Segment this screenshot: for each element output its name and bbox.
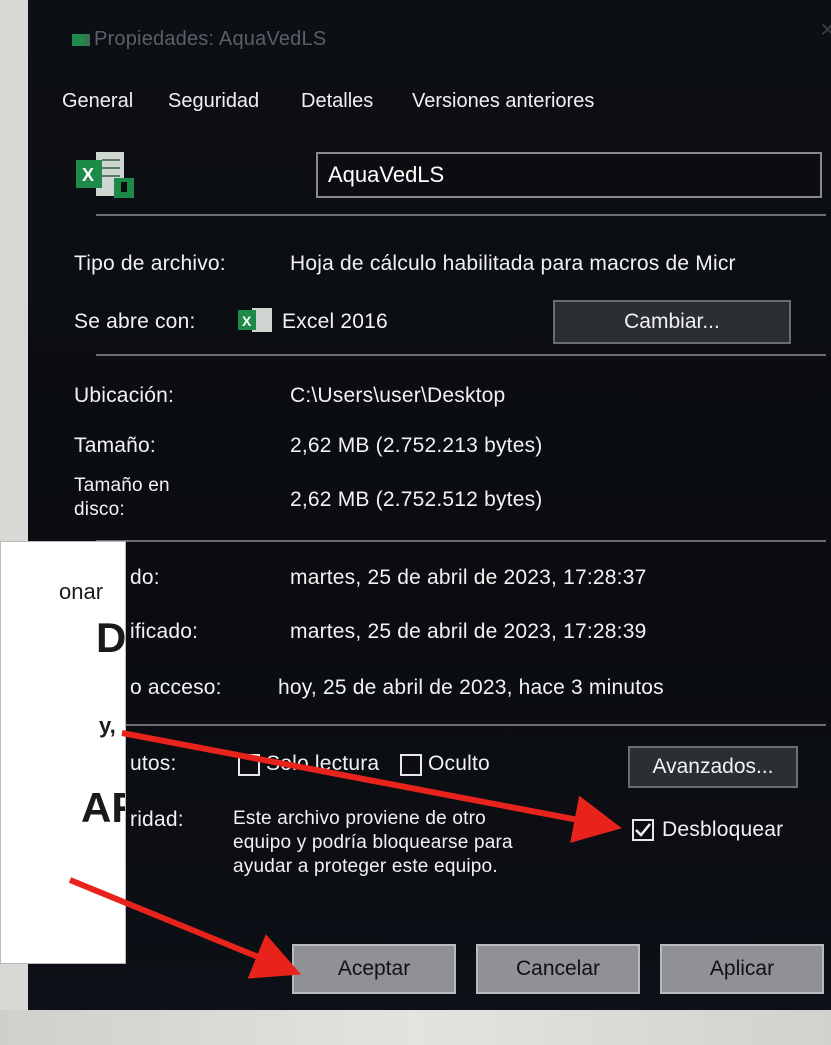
file-name-field[interactable]: [316, 152, 822, 198]
change-app-button[interactable]: Cambiar...: [553, 300, 791, 344]
advanced-button[interactable]: Avanzados...: [628, 746, 798, 788]
overlay-line-3: y,: [99, 713, 116, 738]
file-type-value: Hoja de cálculo habilitada para macros d…: [290, 252, 736, 275]
size-on-disk-label-1: Tamaño en: [74, 475, 170, 496]
overlay-line-4: AR: [81, 784, 125, 831]
security-message-1: Este archivo proviene de otro: [233, 808, 486, 829]
tab-versiones-anteriores[interactable]: Versiones anteriores: [412, 90, 594, 113]
tab-seguridad[interactable]: Seguridad: [168, 90, 259, 113]
hidden-label: Oculto: [428, 752, 490, 775]
modified-value: martes, 25 de abril de 2023, 17:28:39: [290, 620, 647, 643]
security-message-3: ayudar a proteger este equipo.: [233, 856, 498, 877]
file-type-label: Tipo de archivo:: [74, 252, 226, 275]
hidden-checkbox[interactable]: [400, 754, 422, 776]
created-label: do:: [130, 566, 160, 589]
location-label: Ubicación:: [74, 384, 175, 407]
svg-text:X: X: [82, 165, 94, 185]
attributes-label: utos:: [130, 752, 177, 775]
separator: [96, 724, 826, 726]
size-on-disk-value: 2,62 MB (2.752.512 bytes): [290, 488, 543, 511]
separator: [96, 354, 826, 356]
size-on-disk-label-2: disco:: [74, 499, 125, 520]
modified-label: ificado:: [130, 620, 199, 643]
size-label: Tamaño:: [74, 434, 156, 457]
created-value: martes, 25 de abril de 2023, 17:28:37: [290, 566, 647, 589]
security-label: ridad:: [130, 808, 184, 831]
accessed-value: hoy, 25 de abril de 2023, hace 3 minutos: [278, 676, 664, 699]
excel-file-icon-small: [72, 34, 90, 46]
separator: [96, 214, 826, 216]
apply-button[interactable]: Aplicar: [660, 944, 824, 994]
opens-with-value: Excel 2016: [282, 310, 388, 333]
close-icon[interactable]: ×: [820, 14, 831, 45]
ok-button[interactable]: Aceptar: [292, 944, 456, 994]
overlay-line-2: D-: [96, 614, 126, 661]
readonly-checkbox[interactable]: [238, 754, 260, 776]
unblock-label: Desbloquear: [662, 818, 784, 841]
instruction-overlay: onar D- y, AR: [0, 541, 126, 964]
checkmark-icon: [635, 823, 651, 837]
size-value: 2,62 MB (2.752.213 bytes): [290, 434, 543, 457]
tab-general[interactable]: General: [62, 90, 133, 113]
excel-file-icon: X: [76, 152, 134, 198]
svg-text:X: X: [242, 313, 252, 329]
separator: [96, 540, 826, 542]
photographed-screen: Propiedades: AquaVedLS × General Segurid…: [28, 0, 831, 1014]
security-message-2: equipo y podría bloquearse para: [233, 832, 513, 853]
overlay-line-1: onar: [59, 579, 104, 604]
location-value: C:\Users\user\Desktop: [290, 384, 506, 407]
readonly-label: Solo lectura: [266, 752, 380, 775]
accessed-label: o acceso:: [130, 676, 222, 699]
photo-background: [0, 1010, 831, 1045]
cancel-button[interactable]: Cancelar: [476, 944, 640, 994]
opens-with-label: Se abre con:: [74, 310, 196, 333]
window-title: Propiedades: AquaVedLS: [94, 28, 327, 50]
tab-detalles[interactable]: Detalles: [301, 90, 373, 113]
unblock-checkbox[interactable]: [632, 819, 654, 841]
excel-app-icon: X: [238, 308, 272, 332]
